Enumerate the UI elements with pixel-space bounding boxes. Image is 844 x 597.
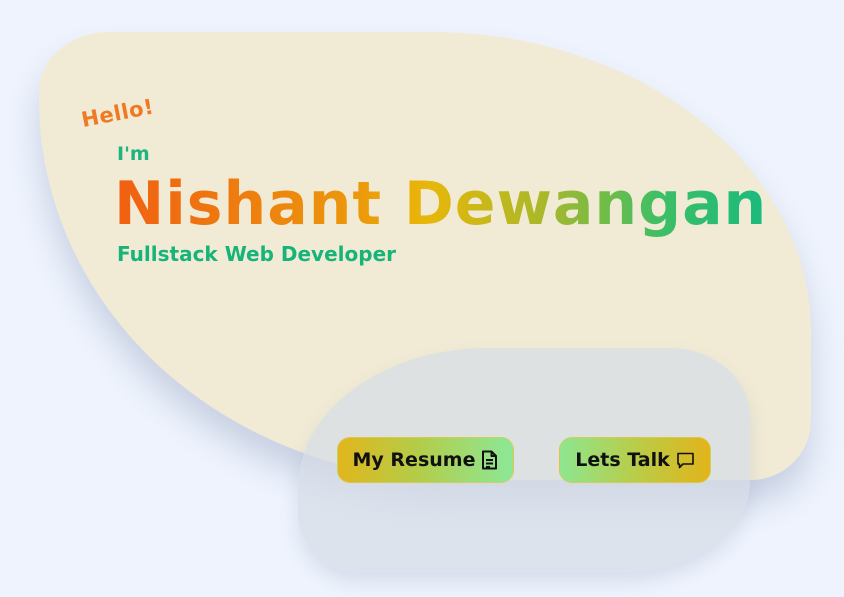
resume-button-label: My Resume [352, 449, 476, 471]
document-icon [481, 450, 498, 470]
lets-talk-button-label: Lets Talk [575, 449, 670, 471]
chat-bubble-icon [676, 451, 695, 470]
intro-text: I'm [117, 143, 150, 165]
lets-talk-button[interactable]: Lets Talk [559, 437, 711, 483]
hero-name: Nishant Dewangan [114, 164, 767, 244]
resume-button[interactable]: My Resume [337, 437, 514, 483]
role-title: Fullstack Web Developer [117, 242, 396, 266]
